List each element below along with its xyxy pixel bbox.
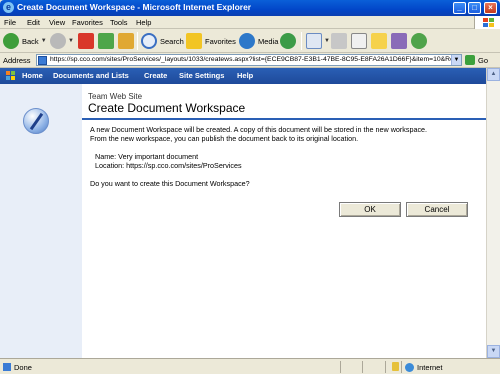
go-arrow-icon[interactable] bbox=[465, 55, 475, 65]
forward-button[interactable]: ▼ bbox=[50, 31, 74, 51]
status-text: Done bbox=[14, 363, 32, 372]
address-bar: Address https://sp.cco.com/sites/ProServ… bbox=[0, 53, 500, 68]
menu-view[interactable]: View bbox=[49, 18, 65, 27]
print-icon bbox=[331, 33, 347, 49]
menu-help[interactable]: Help bbox=[136, 18, 151, 27]
lock-icon bbox=[392, 362, 399, 371]
media-button[interactable]: Media bbox=[239, 31, 278, 51]
vertical-scrollbar[interactable]: ▲ ▼ bbox=[486, 68, 500, 358]
toolbar-separator bbox=[137, 32, 138, 50]
stop-button[interactable] bbox=[78, 31, 94, 51]
status-bar: Done Internet bbox=[0, 358, 500, 374]
go-button[interactable]: Go bbox=[478, 56, 488, 65]
window-title: Create Document Workspace - Microsoft In… bbox=[17, 2, 252, 12]
page-viewport: Home Documents and Lists Create Site Set… bbox=[0, 68, 486, 358]
nav-create[interactable]: Create bbox=[144, 71, 167, 80]
maximize-button[interactable]: □ bbox=[468, 2, 481, 14]
home-icon bbox=[118, 33, 134, 49]
home-button[interactable] bbox=[118, 31, 134, 51]
status-pane-divider bbox=[401, 361, 402, 373]
site-logo-icon bbox=[23, 108, 49, 134]
search-button[interactable]: Search bbox=[141, 31, 184, 51]
messenger-button[interactable] bbox=[411, 31, 427, 51]
address-label: Address bbox=[3, 56, 31, 65]
back-button[interactable]: Back ▼ bbox=[3, 31, 47, 51]
page-icon bbox=[38, 56, 47, 65]
research-button[interactable] bbox=[391, 31, 407, 51]
back-arrow-icon bbox=[3, 33, 19, 49]
workspace-location: Location: https://sp.cco.com/sites/ProSe… bbox=[95, 161, 242, 170]
security-zone: Internet bbox=[417, 363, 443, 372]
status-pane-divider bbox=[385, 361, 386, 373]
search-icon bbox=[141, 33, 157, 49]
toolbar: Back ▼ ▼ Search Favorites Media ▼ bbox=[0, 29, 500, 53]
windows-logo-icon bbox=[474, 16, 500, 29]
favorites-button[interactable]: Favorites bbox=[186, 31, 236, 51]
history-button[interactable] bbox=[280, 31, 296, 51]
print-button[interactable] bbox=[331, 31, 347, 51]
star-icon bbox=[186, 33, 202, 49]
nav-site-settings[interactable]: Site Settings bbox=[179, 71, 224, 80]
ok-button[interactable]: OK bbox=[339, 202, 401, 217]
page-title: Create Document Workspace bbox=[88, 101, 246, 115]
chevron-down-icon: ▼ bbox=[40, 38, 47, 44]
refresh-button[interactable] bbox=[98, 31, 114, 51]
nav-documents-and-lists[interactable]: Documents and Lists bbox=[53, 71, 129, 80]
menu-file[interactable]: File bbox=[4, 18, 16, 27]
menu-tools[interactable]: Tools bbox=[110, 18, 128, 27]
menu-favorites[interactable]: Favorites bbox=[72, 18, 103, 27]
globe-icon bbox=[405, 363, 414, 372]
status-pane-divider bbox=[362, 361, 363, 373]
site-name[interactable]: Team Web Site bbox=[88, 92, 142, 101]
media-icon bbox=[239, 33, 255, 49]
refresh-icon bbox=[98, 33, 114, 49]
sharepoint-top-nav: Home Documents and Lists Create Site Set… bbox=[0, 68, 486, 84]
chevron-down-icon: ▼ bbox=[324, 38, 330, 44]
menu-bar: File Edit View Favorites Tools Help bbox=[0, 16, 500, 29]
menu-edit[interactable]: Edit bbox=[27, 18, 40, 27]
status-pane-divider bbox=[340, 361, 341, 373]
forward-arrow-icon bbox=[50, 33, 66, 49]
scroll-up-icon[interactable]: ▲ bbox=[487, 68, 500, 81]
stop-icon bbox=[78, 33, 94, 49]
chevron-down-icon: ▼ bbox=[68, 38, 74, 44]
cancel-button[interactable]: Cancel bbox=[406, 202, 468, 217]
mail-button[interactable]: ▼ bbox=[306, 31, 330, 51]
discuss-icon bbox=[371, 33, 387, 49]
confirm-question: Do you want to create this Document Work… bbox=[90, 179, 250, 188]
research-icon bbox=[391, 33, 407, 49]
edit-button[interactable] bbox=[351, 31, 367, 51]
discuss-button[interactable] bbox=[371, 31, 387, 51]
nav-help[interactable]: Help bbox=[237, 71, 253, 80]
internet-explorer-icon: e bbox=[3, 2, 14, 13]
nav-home[interactable]: Home bbox=[22, 71, 43, 80]
minimize-button[interactable]: _ bbox=[453, 2, 466, 14]
sharepoint-logo-icon bbox=[6, 71, 15, 80]
address-dropdown-icon[interactable]: ▼ bbox=[451, 55, 461, 65]
messenger-icon bbox=[411, 33, 427, 49]
address-input[interactable]: https://sp.cco.com/sites/ProServices/_la… bbox=[36, 54, 462, 66]
edit-icon bbox=[351, 33, 367, 49]
history-icon bbox=[280, 33, 296, 49]
page-header: Team Web Site Create Document Workspace bbox=[82, 84, 486, 118]
page-status-icon bbox=[3, 363, 11, 371]
mail-icon bbox=[306, 33, 322, 49]
left-panel bbox=[0, 84, 82, 358]
close-button[interactable]: × bbox=[484, 2, 497, 14]
intro-text-line-2: From the new workspace, you can publish … bbox=[90, 134, 359, 143]
scroll-down-icon[interactable]: ▼ bbox=[487, 345, 500, 358]
window-title-bar[interactable]: e Create Document Workspace - Microsoft … bbox=[0, 0, 500, 16]
title-divider bbox=[82, 118, 486, 120]
address-url[interactable]: https://sp.cco.com/sites/ProServices/_la… bbox=[50, 56, 454, 63]
toolbar-separator bbox=[301, 32, 302, 50]
